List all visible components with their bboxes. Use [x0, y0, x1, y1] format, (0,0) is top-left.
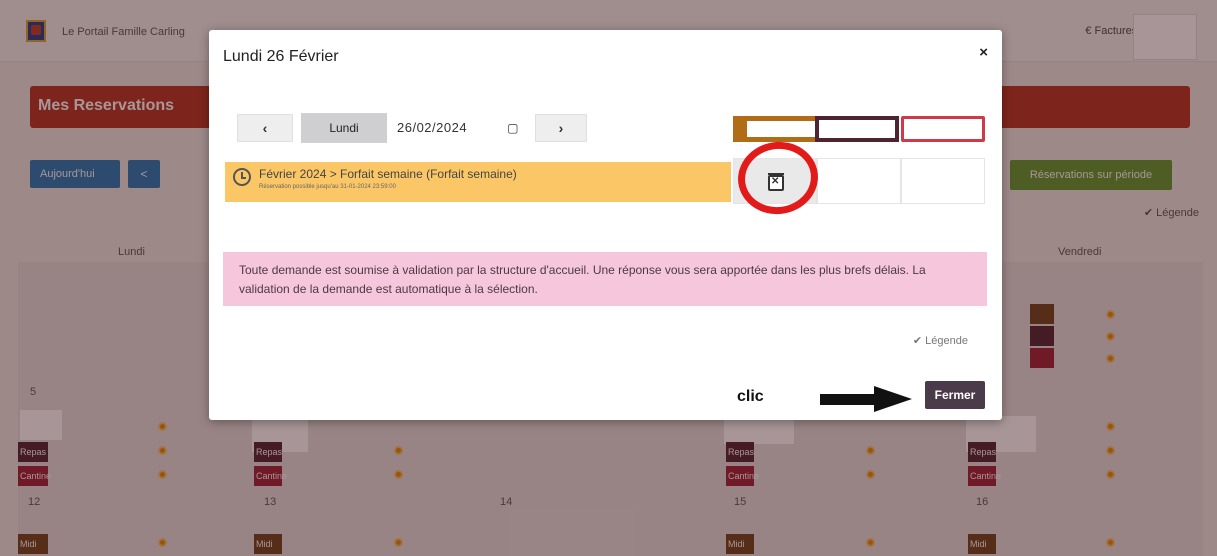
annotation-arrow-icon: [820, 386, 912, 412]
close-button[interactable]: Fermer: [925, 381, 985, 409]
slot-header-2: [815, 116, 899, 142]
slot-cell-3[interactable]: [901, 158, 985, 204]
slot-cell-2[interactable]: [817, 158, 901, 204]
modal-title: Lundi 26 Février: [223, 48, 339, 65]
calendar-icon[interactable]: ▢: [507, 114, 519, 142]
day-navigation: ‹ Lundi 26/02/2024 ▢ ›: [237, 112, 587, 144]
annotation-red-circle: [733, 136, 823, 220]
slot-header-1: [733, 116, 815, 142]
clock-icon: [233, 168, 251, 186]
day-name-label: Lundi: [301, 113, 387, 143]
slot-color-legend: [733, 116, 985, 142]
day-detail-modal: Lundi 26 Février × ‹ Lundi 26/02/2024 ▢ …: [209, 30, 1002, 420]
next-day-button[interactable]: ›: [535, 114, 587, 142]
forfait-deadline: Réservation possible jusqu'au 31-01-2024…: [259, 184, 396, 190]
forfait-title: Février 2024 > Forfait semaine (Forfait …: [259, 167, 517, 181]
validation-notice: Toute demande est soumise à validation p…: [223, 252, 987, 306]
slot-header-3: [901, 116, 985, 142]
close-icon[interactable]: ×: [979, 44, 988, 61]
legend-toggle[interactable]: ✔ Légende: [913, 334, 968, 347]
date-input[interactable]: 26/02/2024 ▢: [397, 114, 527, 142]
annotation-clic-label: clic: [737, 388, 764, 405]
previous-day-button[interactable]: ‹: [237, 114, 293, 142]
date-value: 26/02/2024: [397, 120, 468, 135]
forfait-row: Février 2024 > Forfait semaine (Forfait …: [225, 162, 731, 202]
